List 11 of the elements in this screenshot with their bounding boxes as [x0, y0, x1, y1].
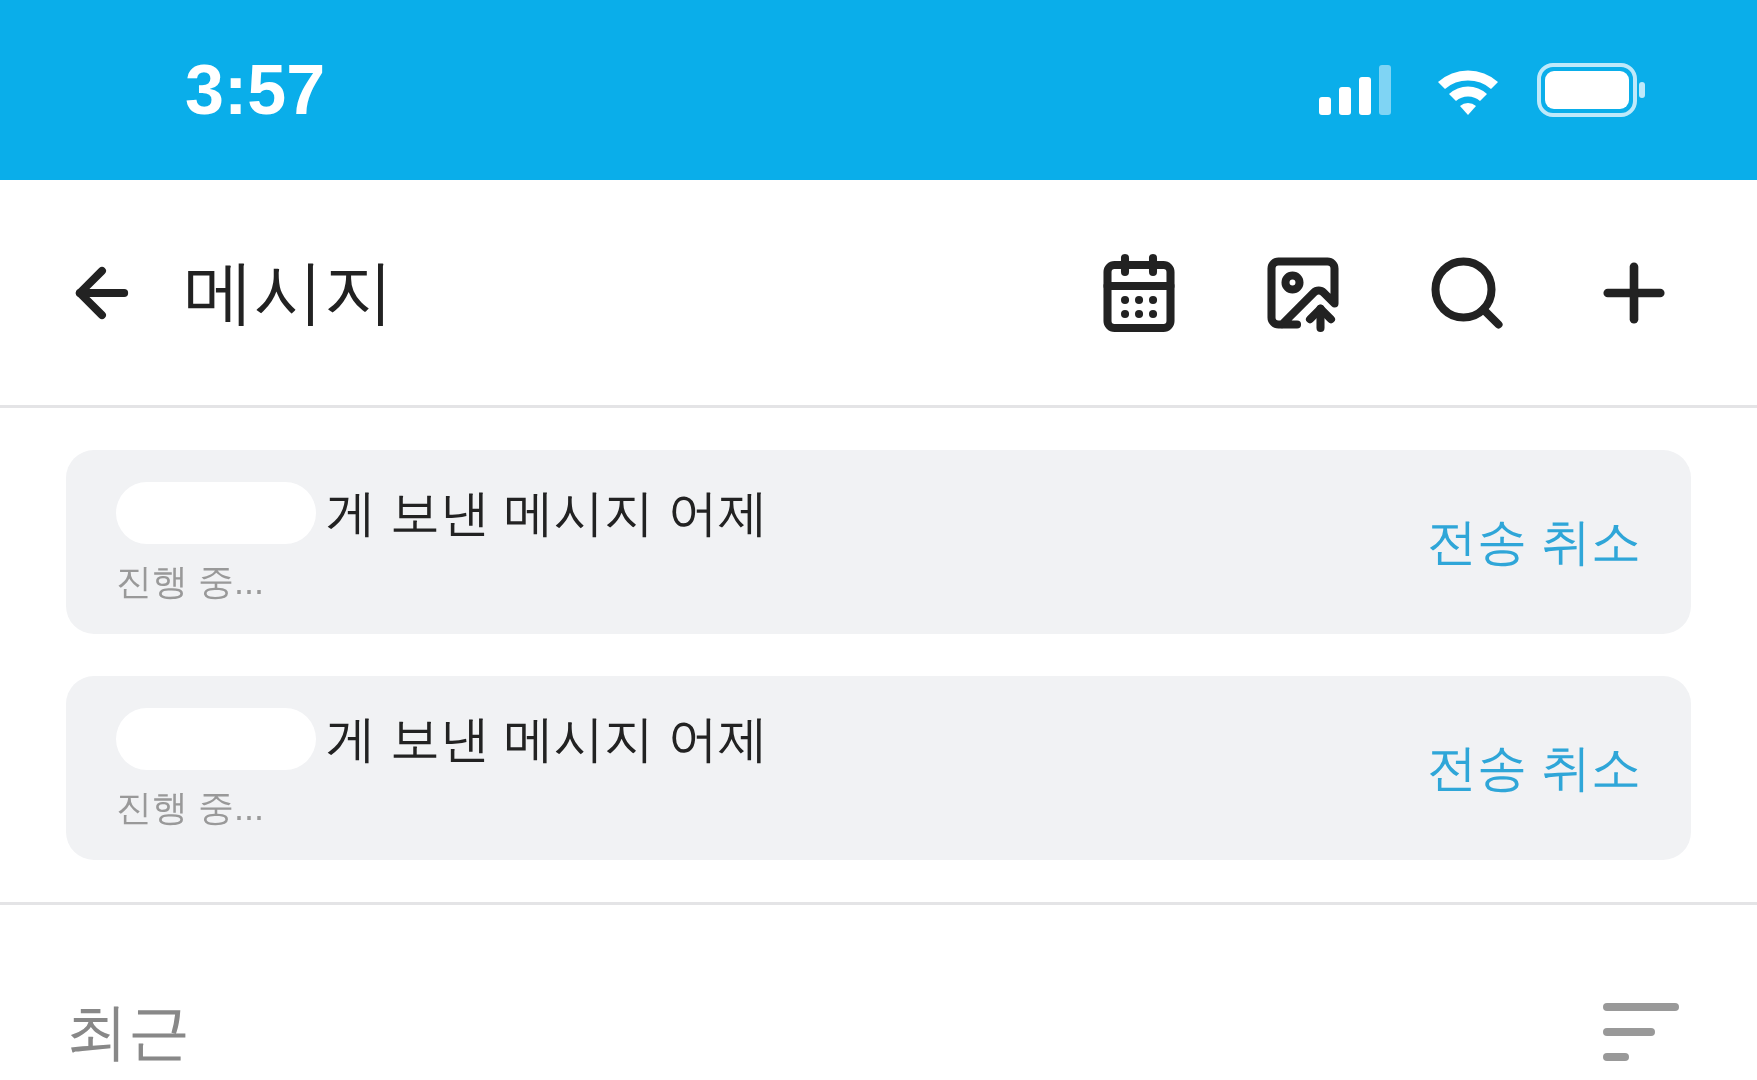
message-title: 게 보낸 메시지 어제 [326, 709, 768, 769]
message-title: 게 보낸 메시지 어제 [326, 483, 768, 543]
page-title: 메시지 [184, 252, 394, 333]
cancel-send-button[interactable]: 전송 취소 [1427, 504, 1641, 580]
sort-icon [1603, 1002, 1679, 1061]
battery-icon [1537, 63, 1647, 117]
message-status: 진행 중... [116, 559, 265, 604]
cancel-send-button[interactable]: 전송 취소 [1427, 730, 1641, 806]
clock-time: 3:57 [185, 49, 326, 131]
message-status: 진행 중... [116, 785, 265, 830]
section-title: 최근 [66, 996, 190, 1068]
